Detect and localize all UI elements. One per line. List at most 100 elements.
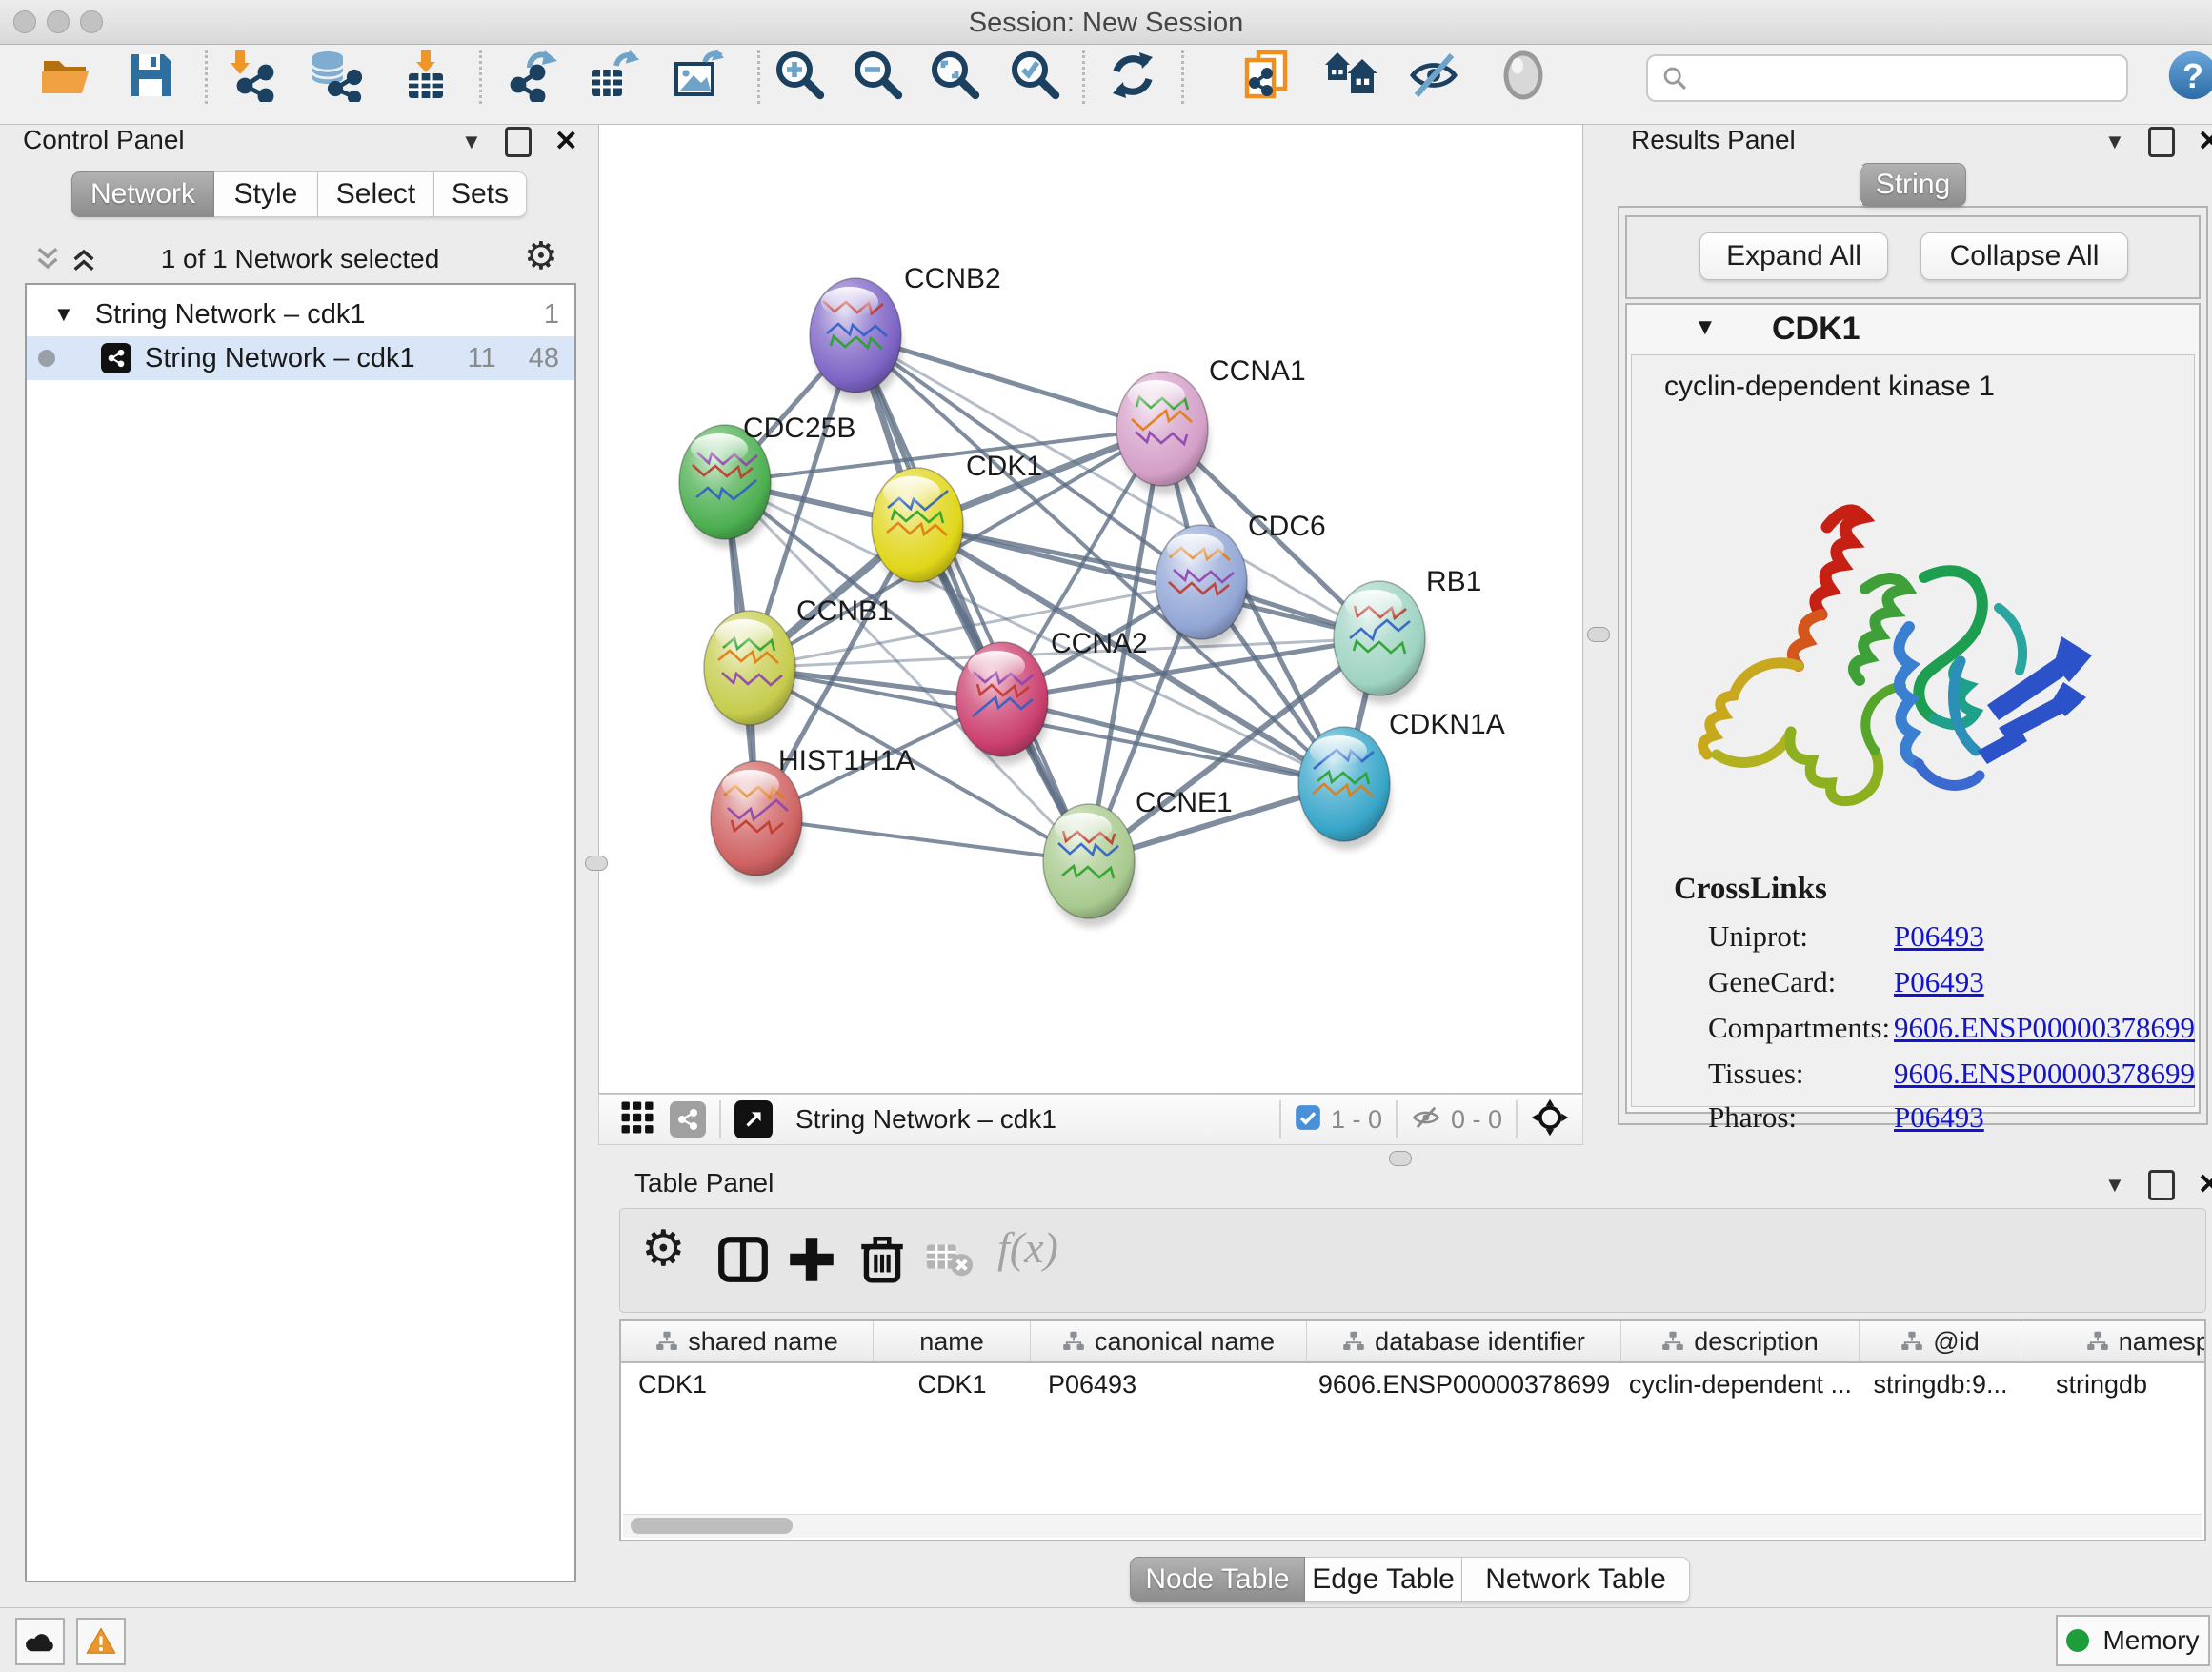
results-panel-buttons: ▼ ✕ bbox=[2104, 127, 2212, 157]
left-splitter-handle[interactable] bbox=[585, 856, 608, 871]
warning-status-button[interactable] bbox=[76, 1618, 126, 1665]
search-icon bbox=[1661, 65, 1688, 91]
panel-collapse-icon[interactable]: ▼ bbox=[461, 131, 482, 152]
network-options-gear-icon[interactable]: ⚙ bbox=[524, 234, 558, 278]
show-graphics-details-icon[interactable] bbox=[1497, 49, 1550, 102]
node-label-CCNA2: CCNA2 bbox=[1051, 628, 1148, 659]
show-columns-icon[interactable] bbox=[715, 1232, 773, 1289]
open-in-window-icon[interactable] bbox=[734, 1100, 773, 1138]
panel-float-icon[interactable] bbox=[2148, 127, 2175, 157]
tab-style[interactable]: Style bbox=[214, 171, 318, 217]
cloud-icon bbox=[24, 1629, 56, 1654]
delete-column-trash-icon[interactable] bbox=[855, 1232, 912, 1289]
tab-sets[interactable]: Sets bbox=[434, 171, 527, 217]
crosslink-label: Pharos: bbox=[1708, 1100, 1797, 1135]
panel-collapse-icon[interactable]: ▼ bbox=[2104, 131, 2125, 152]
scrollbar-thumb[interactable] bbox=[631, 1518, 793, 1534]
export-table-icon[interactable] bbox=[586, 49, 639, 102]
collapse-all-networks-icon[interactable] bbox=[32, 242, 63, 281]
node-table[interactable]: shared name name canonical name database… bbox=[619, 1319, 2206, 1541]
zoom-in-icon[interactable] bbox=[774, 49, 827, 102]
export-network-icon[interactable] bbox=[505, 49, 558, 102]
network-row-selected[interactable]: String Network – cdk1 11 48 bbox=[27, 336, 574, 380]
cloud-status-button[interactable] bbox=[15, 1618, 65, 1665]
network-canvas[interactable]: CCNB2CCNA1CDC25BCDK1CDC6RB1CCNB1CCNA2CDK… bbox=[598, 124, 1583, 1094]
hide-graphics-details-icon[interactable] bbox=[1407, 49, 1460, 102]
table-toolbar: ⚙ f(x) bbox=[619, 1208, 2206, 1313]
entry-description: cyclin-dependent kinase 1 bbox=[1664, 371, 1995, 403]
table-settings-gear-icon[interactable]: ⚙ bbox=[641, 1220, 698, 1278]
save-session-icon[interactable] bbox=[124, 49, 177, 102]
table-header-row: shared name name canonical name database… bbox=[621, 1321, 2206, 1363]
column-header[interactable]: shared name bbox=[621, 1321, 874, 1361]
column-header[interactable]: name bbox=[874, 1321, 1031, 1361]
view-grid-icon[interactable] bbox=[620, 1100, 654, 1139]
column-header[interactable]: namespace bbox=[2021, 1321, 2206, 1361]
import-network-database-icon[interactable] bbox=[309, 49, 362, 102]
tissues-link[interactable]: 9606.ENSP00000378699 bbox=[1894, 1057, 2195, 1091]
column-header[interactable]: canonical name bbox=[1031, 1321, 1307, 1361]
collapse-all-button[interactable]: Collapse All bbox=[1920, 232, 2128, 280]
panel-float-icon[interactable] bbox=[2148, 1170, 2175, 1200]
table-horizontal-scrollbar[interactable] bbox=[623, 1514, 2202, 1538]
panel-float-icon[interactable] bbox=[505, 127, 532, 157]
entry-expander-icon[interactable]: ▼ bbox=[1694, 314, 1717, 341]
search-input[interactable] bbox=[1698, 63, 2126, 94]
zoom-selected-icon[interactable] bbox=[1009, 49, 1062, 102]
network-edge-HIST1H1A-CCNE1[interactable] bbox=[756, 818, 1089, 861]
table-row[interactable]: CDK1 CDK1 P06493 9606.ENSP00000378699 cy… bbox=[621, 1363, 2206, 1405]
crosslinks-title: CrossLinks bbox=[1674, 872, 1827, 907]
export-image-icon[interactable] bbox=[671, 49, 724, 102]
open-session-icon[interactable] bbox=[38, 49, 91, 102]
panel-collapse-icon[interactable]: ▼ bbox=[2104, 1175, 2125, 1196]
string-home-icon[interactable] bbox=[1324, 49, 1377, 102]
zoom-fit-icon[interactable] bbox=[929, 49, 982, 102]
right-splitter-handle[interactable] bbox=[1587, 627, 1610, 642]
expand-all-button[interactable]: Expand All bbox=[1699, 232, 1888, 280]
memory-button[interactable]: Memory bbox=[2056, 1615, 2210, 1666]
panel-close-icon[interactable]: ✕ bbox=[2198, 1173, 2212, 1198]
tab-network-table[interactable]: Network Table bbox=[1462, 1557, 1690, 1602]
compartments-link[interactable]: 9606.ENSP00000378699 bbox=[1894, 1011, 2195, 1045]
tab-string[interactable]: String bbox=[1860, 163, 1966, 207]
tree-expander-icon[interactable]: ▼ bbox=[53, 302, 74, 327]
panel-close-icon[interactable]: ✕ bbox=[2198, 130, 2212, 154]
tab-edge-table[interactable]: Edge Table bbox=[1305, 1557, 1462, 1602]
panel-close-icon[interactable]: ✕ bbox=[554, 130, 578, 154]
import-network-file-icon[interactable] bbox=[224, 49, 277, 102]
toolbar-separator bbox=[205, 50, 208, 104]
genecard-link[interactable]: P06493 bbox=[1894, 965, 1984, 999]
edge-count: 48 bbox=[529, 343, 559, 374]
tab-network[interactable]: Network bbox=[71, 171, 214, 217]
tab-node-table[interactable]: Node Table bbox=[1130, 1557, 1305, 1602]
network-collection-row[interactable]: ▼ String Network – cdk1 1 bbox=[27, 292, 574, 336]
crosslink-label: Uniprot: bbox=[1708, 919, 1808, 954]
column-mapping-icon bbox=[1342, 1330, 1365, 1353]
import-table-icon[interactable] bbox=[399, 49, 452, 102]
create-column-icon[interactable] bbox=[784, 1232, 841, 1289]
expand-all-networks-icon[interactable] bbox=[69, 242, 99, 281]
uniprot-link[interactable]: P06493 bbox=[1894, 919, 1984, 954]
network-tree: ▼ String Network – cdk1 1 String Network… bbox=[25, 283, 576, 1582]
entry-header-row[interactable]: ▼ CDK1 bbox=[1627, 305, 2199, 353]
hidden-eye-icon[interactable] bbox=[1411, 1102, 1441, 1138]
zoom-out-icon[interactable] bbox=[852, 49, 905, 102]
selected-checkbox-icon[interactable] bbox=[1295, 1104, 1321, 1136]
tab-select[interactable]: Select bbox=[318, 171, 434, 217]
network-selected-status: 1 of 1 Network selected bbox=[114, 244, 486, 274]
birds-eye-view-icon[interactable] bbox=[1531, 1098, 1569, 1141]
share-document-icon[interactable] bbox=[1239, 49, 1293, 102]
bottom-splitter-handle[interactable] bbox=[1389, 1151, 1412, 1166]
column-header[interactable]: database identifier bbox=[1307, 1321, 1621, 1361]
column-header[interactable]: description bbox=[1621, 1321, 1860, 1361]
crosslink-label: Compartments: bbox=[1708, 1011, 1890, 1045]
table-panel-tabs: Node Table Edge Table Network Table bbox=[1130, 1557, 1690, 1602]
node-count: 11 bbox=[468, 343, 496, 374]
node-label-HIST1H1A: HIST1H1A bbox=[778, 745, 915, 776]
network-share-icon[interactable] bbox=[670, 1101, 706, 1138]
refresh-icon[interactable] bbox=[1106, 49, 1159, 102]
column-header[interactable]: @id bbox=[1860, 1321, 2021, 1361]
network-view-footer: String Network – cdk1 1 - 0 0 - 0 bbox=[598, 1094, 1583, 1145]
pharos-link[interactable]: P06493 bbox=[1894, 1100, 1984, 1135]
help-icon[interactable]: ? bbox=[2166, 49, 2212, 102]
